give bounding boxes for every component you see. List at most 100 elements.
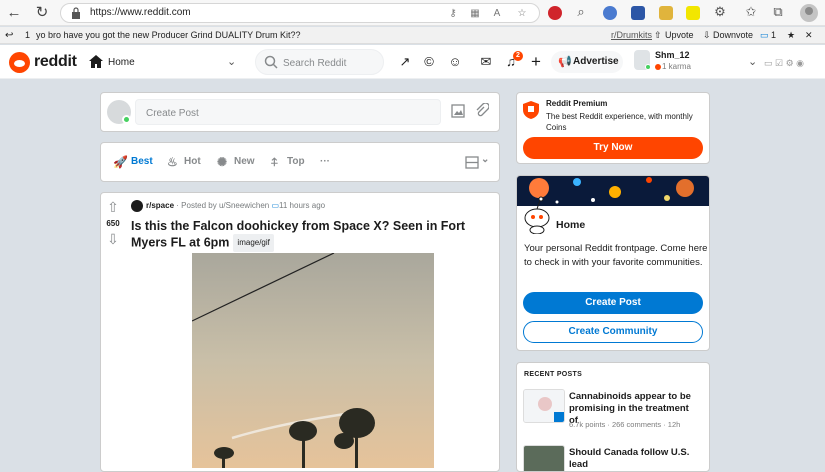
upvote-icon[interactable]: ⇧	[654, 30, 662, 41]
read-aloud-icon[interactable]: A	[491, 8, 503, 20]
try-now-button[interactable]: Try Now	[523, 137, 703, 159]
premium-card: Reddit Premium The best Reddit experienc…	[516, 92, 710, 164]
post-flair: image/gif	[233, 234, 274, 252]
create-post-card: Create Post	[100, 92, 500, 132]
hot-icon: ♨	[167, 155, 178, 169]
comment-count: 1	[771, 30, 777, 40]
upvote-label[interactable]: Upvote	[665, 30, 694, 40]
karma-icon	[655, 64, 661, 70]
post-title-text[interactable]: Is this the Falcon doohickey from Space …	[131, 219, 465, 249]
post-subreddit[interactable]: r/space	[146, 201, 174, 210]
favorite-icon[interactable]: ☆	[516, 8, 528, 20]
subreddit-icon[interactable]	[131, 200, 143, 212]
post-card[interactable]: ⇧ 650 ⇩ r/space · Posted by u/Sneewichen…	[100, 192, 500, 472]
reload-icon[interactable]: ↻	[34, 5, 50, 21]
extension-yellow-icon[interactable]	[686, 6, 700, 20]
comment-icon[interactable]: ▭	[760, 30, 769, 41]
home-card: Home Your personal Reddit frontpage. Com…	[516, 175, 710, 351]
create-post-icon[interactable]: +	[528, 53, 544, 70]
advertise-button[interactable]: 📢 Advertise	[551, 51, 623, 73]
post-image[interactable]	[192, 253, 434, 468]
link-icon[interactable]	[475, 103, 489, 119]
extension-blue-icon[interactable]	[603, 6, 617, 20]
online-indicator	[645, 64, 651, 70]
extensions-icon[interactable]: ⚙	[713, 5, 727, 19]
extension-square-icon[interactable]	[631, 6, 645, 20]
recent-thumb-image	[524, 390, 564, 422]
top-icon: ⍏	[271, 155, 279, 169]
best-icon: 🚀	[113, 155, 128, 169]
search-ext-icon[interactable]: ⌕	[574, 5, 588, 19]
post-author[interactable]: · Posted by u/Sneewichen	[176, 201, 269, 210]
create-post-button[interactable]: Create Post	[523, 292, 703, 314]
snoo-icon	[524, 196, 550, 234]
reddit-wordmark[interactable]: reddit	[34, 53, 77, 71]
create-post-input[interactable]: Create Post	[135, 99, 441, 125]
url-text: https://www.reddit.com	[90, 7, 191, 18]
grid-icon[interactable]: ▦	[469, 8, 481, 20]
post-score: 650	[106, 219, 120, 228]
home-desc: Your personal Reddit frontpage. Come her…	[524, 243, 708, 268]
award-icon: ▭	[271, 201, 280, 210]
reddit-logo[interactable]	[9, 52, 30, 73]
sort-hot[interactable]: Hot	[184, 156, 201, 167]
extension-red-icon[interactable]	[548, 6, 562, 20]
coins-icon[interactable]: ©	[421, 54, 437, 70]
username[interactable]: Shm_12	[655, 50, 690, 60]
collections-icon[interactable]: ⧉	[771, 5, 785, 19]
megaphone-icon: 📢	[558, 56, 572, 68]
search-icon	[264, 55, 278, 69]
recent-thumb[interactable]	[523, 389, 565, 423]
home-icon	[89, 55, 103, 68]
search-input[interactable]: Search Reddit	[255, 49, 384, 75]
recent-posts-card: RECENT POSTS Cannabinoids appear to be p…	[516, 362, 710, 472]
lock-icon	[72, 7, 80, 19]
user-menu-chevron-icon[interactable]: ⌄	[748, 55, 757, 68]
sort-new[interactable]: New	[234, 156, 255, 167]
chevron-down-icon[interactable]: ⌄	[227, 55, 236, 68]
star-icon[interactable]: ★	[787, 30, 795, 41]
reddit-header: reddit Home ⌄ Search Reddit ↗ © ☺ ✉ ♫ 2 …	[0, 45, 825, 79]
online-dot	[122, 115, 131, 124]
post-index: 1	[25, 30, 31, 40]
new-icon: ✺	[217, 155, 228, 169]
view-chevron-icon[interactable]: ⌄	[481, 154, 489, 165]
recent-post-title[interactable]: Should Canada follow U.S. lead	[569, 447, 699, 471]
back-icon[interactable]: ←	[6, 5, 22, 21]
create-community-button[interactable]: Create Community	[523, 321, 703, 343]
premium-desc: The best Reddit experience, with monthly…	[546, 112, 693, 132]
back-arrow-icon[interactable]: ↩	[5, 30, 13, 41]
post-title[interactable]: Is this the Falcon doohickey from Space …	[131, 218, 481, 252]
popular-icon[interactable]: ↗	[397, 54, 413, 70]
post-time: 11 hours ago	[279, 201, 326, 210]
search-placeholder: Search Reddit	[283, 58, 347, 69]
recent-posts-heading: RECENT POSTS	[524, 371, 583, 378]
extension-icons[interactable]: ▭ ☑ ⚙ ◉	[764, 55, 804, 71]
extension-note-icon[interactable]	[659, 6, 673, 20]
subreddit-link[interactable]: r/Drumkits	[611, 30, 652, 40]
sort-top[interactable]: Top	[287, 156, 305, 167]
downvote-icon[interactable]: ⇩	[703, 30, 711, 41]
sort-bar: 🚀 Best ♨ Hot ✺ New ⍏ Top ··· ⌄	[100, 142, 500, 182]
home-label[interactable]: Home	[108, 57, 135, 68]
upvote-icon[interactable]: ⇧	[106, 199, 120, 216]
talk-icon[interactable]: ☺	[447, 54, 463, 70]
image-upload-icon[interactable]	[451, 104, 465, 118]
close-icon[interactable]: ✕	[805, 30, 813, 41]
profile-avatar[interactable]	[800, 4, 818, 22]
sort-best[interactable]: Best	[131, 156, 153, 167]
more-options-icon[interactable]: ···	[320, 156, 330, 167]
address-bar[interactable]: https://www.reddit.com ⚷ ▦ A ☆	[60, 3, 540, 23]
key-icon[interactable]: ⚷	[447, 8, 459, 20]
chat-icon[interactable]: ✉	[478, 54, 494, 70]
downvote-label[interactable]: Downvote	[713, 30, 753, 40]
post-text[interactable]: yo bro have you got the new Producer Gri…	[36, 30, 300, 40]
advertise-label: Advertise	[573, 56, 619, 67]
downvote-icon[interactable]: ⇩	[106, 231, 120, 248]
card-view-icon[interactable]	[465, 156, 479, 169]
favorites-icon[interactable]: ✩	[744, 5, 758, 19]
home-title: Home	[556, 219, 586, 231]
shield-icon	[523, 101, 539, 119]
post-meta: r/space · Posted by u/Sneewichen ▭11 hou…	[146, 201, 325, 210]
recent-thumb[interactable]	[523, 445, 565, 471]
